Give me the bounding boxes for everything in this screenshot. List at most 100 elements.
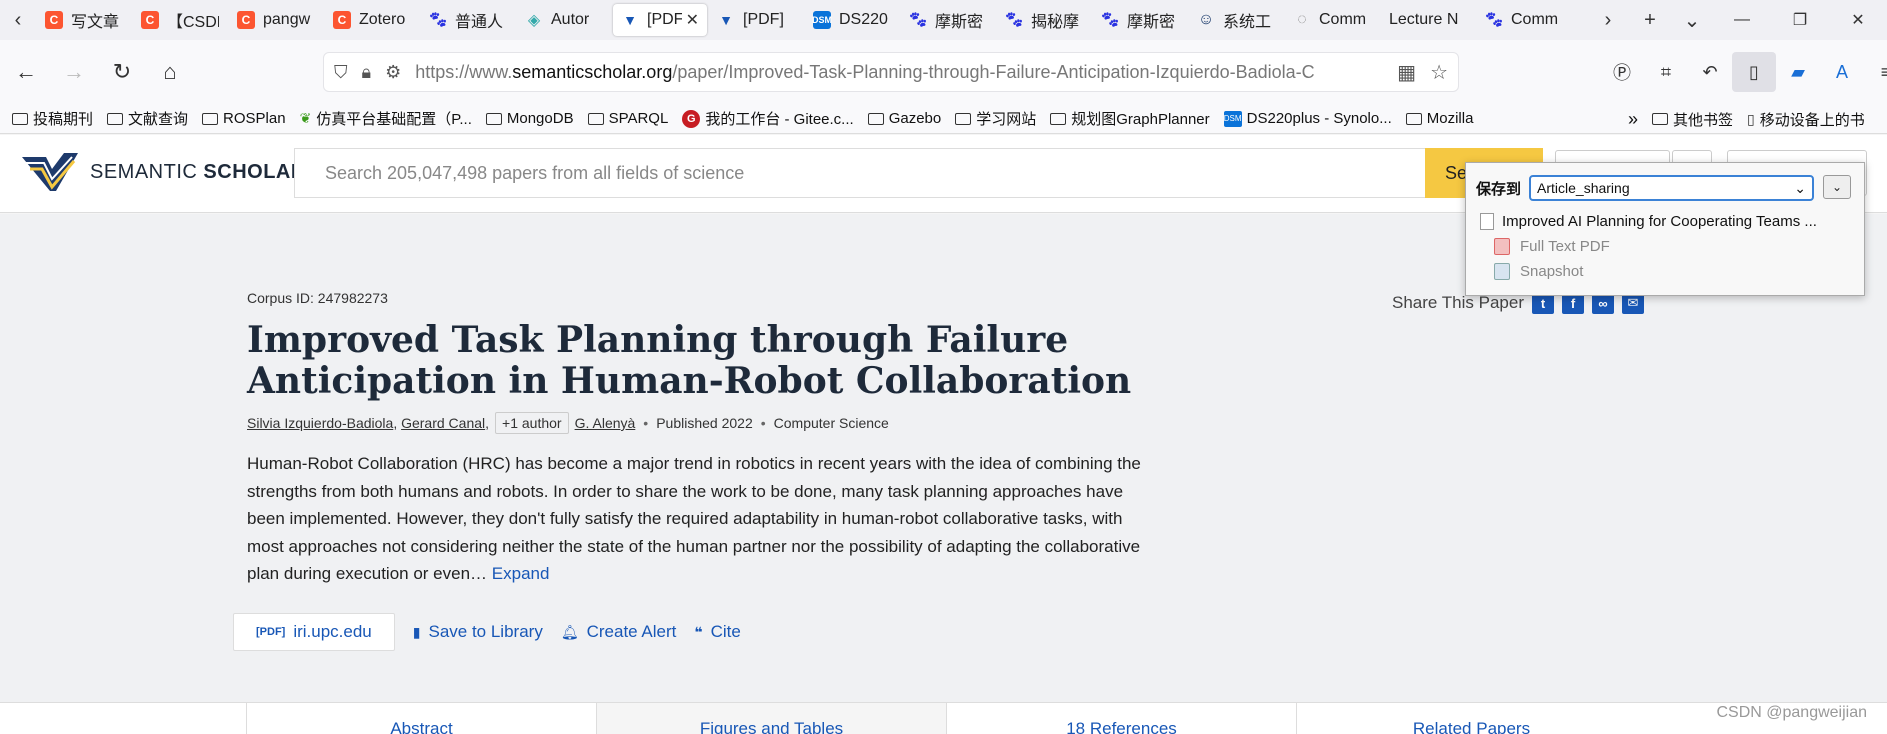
bookmark-item[interactable]: G 我的工作台 - Gitee.c... (682, 108, 854, 129)
browser-tab[interactable]: C 【CSDN (133, 4, 227, 36)
browser-tab[interactable]: ▼ [PDF ✕ (613, 4, 707, 36)
dsm-icon: DSM (1223, 110, 1242, 127)
browser-tab[interactable]: 🐾︎ 摩斯密 (901, 4, 995, 36)
lock-icon[interactable]: 🔒︎ (362, 62, 372, 83)
mobile-icon: ▯ (1747, 110, 1755, 127)
reader-icon[interactable]: ▰ (1776, 52, 1820, 92)
browser-tab[interactable]: Cpangw (229, 4, 323, 36)
tab-abstract[interactable]: Abstract (246, 703, 596, 734)
browser-tab[interactable]: 🐾︎ Comm (1477, 4, 1571, 36)
folder-icon (587, 112, 604, 125)
browser-tab[interactable]: C 写文章 (37, 4, 131, 36)
bookmark-item[interactable]: SPARQL (587, 108, 668, 129)
folder-icon (202, 112, 219, 125)
bookmark-item[interactable]: 投稿期刊 (12, 108, 93, 129)
bookmark-item[interactable]: 规划图GraphPlanner (1050, 108, 1210, 129)
bell-icon: 🔔︎ (560, 623, 579, 640)
bookmark-item[interactable]: ❦ 仿真平台基础配置（P... (300, 108, 472, 129)
minimize-button[interactable]: — (1713, 0, 1771, 40)
bookmark-label: 我的工作台 - Gitee.c... (705, 111, 854, 128)
browser-tab[interactable]: ◌ Comm (1285, 4, 1379, 36)
paper-meta: Silvia Izquierdo-Badiola, Gerard Canal, … (247, 412, 889, 434)
overflow-menu-icon[interactable]: ≡ (1864, 52, 1887, 92)
tab-title: Lecture N (1389, 11, 1459, 28)
zotero-target-row: 保存到 Article_sharing ⌄ (1476, 175, 1815, 201)
bookmark-item[interactable]: MongoDB (485, 108, 574, 129)
browser-tab[interactable]: ▼ [PDF] (709, 4, 803, 36)
pdf-file-icon (1494, 238, 1510, 255)
tab-related-papers[interactable]: Related Papers (1296, 703, 1646, 734)
tab-title: Zotero (359, 11, 406, 28)
browser-tab[interactable]: 🐾︎ 摩斯密 (1093, 4, 1187, 36)
attachment-pdf: Full Text PDF (1494, 238, 1610, 255)
save-to-library-button[interactable]: ▮ Save to Library (413, 622, 543, 642)
bookmark-item[interactable]: 学习网站 (955, 108, 1036, 129)
new-tab-button[interactable]: + (1629, 0, 1671, 40)
bookmarks-overflow: » 其他书签 ▯ 移动设备上的书 (1620, 104, 1879, 133)
quote-icon: ❝ (694, 623, 703, 640)
chevron-down-icon: ⌄ (1794, 179, 1807, 196)
tab-figures-and-tables[interactable]: Figures and Tables (596, 703, 946, 734)
browser-tab[interactable]: C Zotero (325, 4, 419, 36)
pocket-icon[interactable]: Ⓟ (1600, 52, 1644, 92)
bookmark-label: 投稿期刊 (33, 111, 94, 128)
bookmark-star-icon[interactable]: ☆ (1430, 60, 1448, 85)
attachment-snapshot: Snapshot (1494, 263, 1583, 280)
author-link[interactable]: Gerard Canal (401, 415, 485, 431)
shield-icon[interactable]: ⛉ (334, 62, 348, 83)
baidu-paw-icon: 🐾︎ (1483, 12, 1505, 29)
bookmark-item[interactable]: 文献查询 (107, 108, 188, 129)
tab-title: 摩斯密 (935, 14, 984, 31)
tabs-scroll-right-button[interactable]: › (1587, 0, 1629, 40)
browser-tab[interactable]: ◈ Autor (517, 4, 611, 36)
semantic-scholar-logo[interactable]: SEMANTIC SCHOLAR (20, 149, 306, 195)
paper-search-input[interactable]: Search 205,047,498 papers from all field… (294, 148, 1425, 198)
reload-button[interactable]: ↻ (100, 50, 144, 94)
tab-title: 系统工 (1223, 14, 1272, 31)
zotero-connector-icon[interactable]: ▯ (1732, 52, 1776, 92)
dsm-icon: DSM (812, 11, 832, 29)
bookmark-item[interactable]: Gazebo (867, 108, 941, 129)
browser-tab[interactable]: ☺ 系统工 (1189, 4, 1283, 36)
forward-button[interactable]: → (52, 50, 96, 94)
bookmark-item[interactable]: ▯ 移动设备上的书 (1747, 109, 1865, 130)
restore-button[interactable]: ❐ (1771, 0, 1829, 40)
qr-code-icon[interactable]: ▦ (1397, 60, 1416, 85)
navigation-toolbar: ← → ↻ ⌂ ⛉ 🔒︎ ⚙ https://www.semanticschol… (0, 40, 1887, 104)
browser-tab[interactable]: Lecture N (1381, 4, 1475, 36)
csdn-icon: C (141, 11, 159, 29)
save-to-label: 保存到 (1476, 180, 1522, 198)
browser-tab[interactable]: 🐾︎ 揭秘摩 (997, 4, 1091, 36)
bookmark-item[interactable]: 其他书签 (1652, 109, 1733, 130)
list-all-tabs-button[interactable]: ⌄ (1671, 0, 1713, 40)
address-bar[interactable]: ⛉ 🔒︎ ⚙ https://www.semanticscholar.org/p… (323, 52, 1459, 92)
author-link[interactable]: Silvia Izquierdo-Badiola (247, 415, 393, 431)
screenshot-crop-icon[interactable]: ⌗ (1644, 52, 1688, 92)
more-authors-button[interactable]: +1 author (495, 412, 569, 434)
expand-collections-button[interactable]: ⌄ (1823, 175, 1851, 199)
browser-tab[interactable]: DSM DS220 (805, 4, 899, 36)
bookmark-item[interactable]: ROSPlan (202, 108, 286, 129)
tab-strip: ‹ C写文章C【CSDNCpangwCZotero🐾︎普通人◈Autor▼[PD… (0, 0, 1887, 40)
bookmark-item[interactable]: DSM DS220plus - Synolo... (1223, 108, 1392, 129)
tabs-scroll-left-button[interactable]: ‹ (0, 0, 36, 40)
close-tab-icon[interactable]: ✕ (686, 10, 699, 30)
tab-references[interactable]: 18 References (946, 703, 1296, 734)
author-link[interactable]: G. Alenyà (575, 415, 636, 431)
bookmark-item[interactable]: Mozilla (1405, 108, 1473, 129)
cite-button[interactable]: ❝ Cite (694, 622, 740, 642)
undo-icon[interactable]: ↶ (1688, 52, 1732, 92)
more-bookmarks-chevron-icon[interactable]: » (1628, 109, 1638, 130)
url-text[interactable]: https://www.semanticscholar.org/paper/Im… (415, 62, 1383, 83)
pdf-link-button[interactable]: [PDF] iri.upc.edu (233, 613, 395, 651)
close-window-button[interactable]: ✕ (1829, 0, 1887, 40)
browser-tab[interactable]: 🐾︎ 普通人 (421, 4, 515, 36)
folder-icon (12, 112, 28, 125)
back-button[interactable]: ← (4, 50, 48, 94)
home-button[interactable]: ⌂ (148, 50, 192, 94)
permissions-icon[interactable]: ⚙ (385, 62, 401, 83)
expand-abstract-link[interactable]: Expand (492, 564, 550, 583)
collection-select[interactable]: Article_sharing ⌄ (1529, 175, 1815, 201)
translate-icon[interactable]: A (1820, 52, 1864, 92)
create-alert-button[interactable]: 🔔︎ Create Alert (561, 622, 677, 642)
